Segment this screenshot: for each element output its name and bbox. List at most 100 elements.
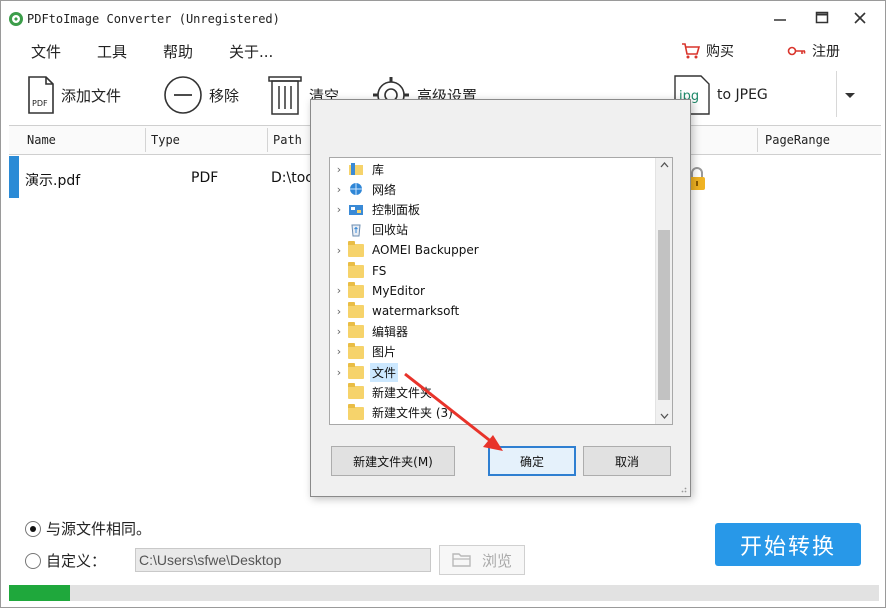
recycle-bin-icon: [348, 223, 364, 237]
chevron-right-icon[interactable]: ›: [330, 284, 348, 297]
column-page-range[interactable]: PageRange: [765, 133, 830, 147]
add-files-label: 添加文件: [61, 86, 122, 105]
tree-item-label: 新建文件夹: [372, 385, 433, 400]
control-panel-icon: [348, 203, 364, 217]
folder-tree[interactable]: › 库 › 网络 › 控制面板 回收站 › AOMEI Backupper FS › MyEditor…: [329, 157, 673, 425]
tree-item[interactable]: › 文件: [330, 362, 652, 382]
close-button[interactable]: [845, 7, 875, 33]
folder-icon: [348, 403, 364, 420]
tree-item[interactable]: 新建文件夹: [330, 382, 652, 402]
tree-item-label: watermarksoft: [372, 304, 460, 319]
folder-open-icon: [452, 553, 471, 567]
chevron-right-icon[interactable]: ›: [330, 183, 348, 196]
minimize-button[interactable]: [765, 7, 795, 33]
tree-item[interactable]: › 控制面板: [330, 200, 652, 220]
scroll-down-icon[interactable]: [660, 413, 669, 419]
ok-button[interactable]: 确定: [488, 446, 576, 476]
folder-icon: [348, 342, 364, 359]
cell-name: 演示.pdf: [25, 173, 81, 189]
column-divider: [757, 128, 758, 152]
tree-item[interactable]: › 图片: [330, 342, 652, 362]
column-divider: [267, 128, 268, 152]
progress-fill: [9, 585, 70, 601]
row-selection-marker: [9, 156, 19, 198]
title-bar: PDFtoImage Converter (Unregistered): [1, 1, 885, 37]
tree-item[interactable]: 新建文件夹 (3): [330, 403, 652, 423]
output-format-label: to JPEG: [717, 87, 768, 103]
custom-path-radio[interactable]: [25, 552, 41, 569]
minimize-icon: [774, 19, 786, 21]
remove-button[interactable]: 移除: [163, 71, 239, 119]
tree-item-label: 控制面板: [372, 203, 421, 218]
chevron-right-icon[interactable]: ›: [330, 203, 348, 216]
folder-icon: [348, 281, 364, 298]
tree-item[interactable]: FS: [330, 261, 652, 281]
progress-bar: [9, 585, 879, 601]
tree-item[interactable]: 回收站: [330, 220, 652, 240]
start-convert-button[interactable]: 开始转换: [715, 523, 861, 566]
scroll-up-icon[interactable]: [660, 162, 669, 168]
menu-file[interactable]: 文件: [31, 41, 61, 62]
custom-path-option[interactable]: 自定义：: [25, 550, 106, 571]
toolbar-divider: [836, 71, 837, 117]
minus-circle-icon: [164, 76, 202, 114]
scrollbar-thumb[interactable]: [658, 230, 670, 400]
register-link[interactable]: 注册: [787, 41, 840, 61]
maximize-icon: [815, 11, 829, 24]
tree-item[interactable]: › 编辑器: [330, 321, 652, 341]
format-dropdown-button[interactable]: [843, 71, 857, 119]
key-icon: [787, 46, 806, 56]
tree-item[interactable]: › AOMEI Backupper: [330, 240, 652, 260]
chevron-right-icon[interactable]: ›: [330, 366, 348, 379]
browse-button[interactable]: 浏览: [439, 545, 525, 575]
cancel-button[interactable]: 取消: [583, 446, 671, 476]
new-folder-button[interactable]: 新建文件夹(M): [331, 446, 455, 476]
chevron-right-icon[interactable]: ›: [330, 305, 348, 318]
app-logo-icon: [9, 12, 23, 26]
chevron-right-icon[interactable]: ›: [330, 163, 348, 176]
menu-bar: 文件 工具 帮助 关于... 购买 注册: [1, 37, 885, 65]
menu-tools[interactable]: 工具: [97, 41, 127, 62]
menu-help[interactable]: 帮助: [163, 41, 193, 62]
tree-item-label: 回收站: [372, 223, 409, 238]
chevron-right-icon[interactable]: ›: [330, 244, 348, 257]
chevron-right-icon[interactable]: ›: [330, 345, 348, 358]
output-path-field[interactable]: C:\Users\sfwe\Desktop: [135, 548, 431, 572]
tree-item[interactable]: › 库: [330, 159, 652, 179]
same-as-source-radio[interactable]: [25, 520, 41, 537]
resize-grip-icon[interactable]: [679, 485, 687, 493]
tree-item-label: 编辑器: [372, 324, 409, 339]
column-type[interactable]: Type: [151, 133, 180, 147]
remove-label: 移除: [209, 86, 240, 105]
custom-path-label: 自定义：: [46, 552, 107, 570]
same-as-source-option[interactable]: 与源文件相同。: [25, 518, 151, 539]
tree-item-label: 网络: [372, 182, 397, 197]
cell-type: PDF: [191, 170, 219, 186]
tree-scrollbar[interactable]: [655, 158, 672, 424]
tree-item-label: 图片: [372, 345, 397, 360]
tree-item[interactable]: › watermarksoft: [330, 301, 652, 321]
column-name[interactable]: Name: [27, 133, 56, 147]
cart-icon: [682, 43, 701, 59]
close-icon: [854, 12, 866, 24]
column-divider: [145, 128, 146, 152]
browse-label: 浏览: [481, 551, 512, 570]
folder-icon: [348, 302, 364, 319]
tree-item[interactable]: › 网络: [330, 179, 652, 199]
browse-folder-dialog: › 库 › 网络 › 控制面板 回收站 › AOMEI Backupper FS › MyEditor…: [310, 99, 691, 497]
cell-path: D:\toc: [271, 170, 313, 186]
column-path[interactable]: Path: [273, 133, 302, 147]
tree-item[interactable]: › MyEditor: [330, 281, 652, 301]
maximize-button[interactable]: [807, 7, 837, 33]
folder-icon: [348, 322, 364, 339]
tree-item-label: FS: [372, 263, 387, 278]
tree-item-label: MyEditor: [372, 283, 425, 298]
chevron-right-icon[interactable]: ›: [330, 325, 348, 338]
chevron-down-icon: [845, 93, 855, 98]
buy-link[interactable]: 购买: [681, 41, 734, 61]
svg-text:PDF: PDF: [32, 99, 48, 108]
folder-icon: [348, 363, 364, 379]
add-files-button[interactable]: PDF 添加文件: [27, 71, 121, 119]
trash-icon: [268, 76, 302, 115]
menu-about[interactable]: 关于...: [229, 41, 273, 62]
